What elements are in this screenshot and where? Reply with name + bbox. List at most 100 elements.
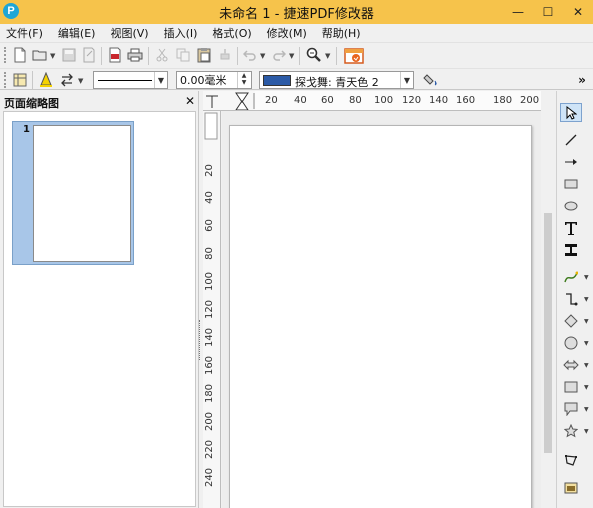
minimize-button[interactable]: — <box>503 0 533 24</box>
area-style-icon[interactable] <box>421 71 441 89</box>
ruler-label: 40 <box>294 95 307 106</box>
toolbar-separator <box>299 47 300 65</box>
horizontal-ruler[interactable]: 20 40 60 80 100 120 140 160 180 200 <box>203 91 541 111</box>
pdf-convert-icon[interactable] <box>343 46 365 66</box>
chevron-down-icon[interactable]: ▼ <box>584 362 589 369</box>
arrow-style-dropdown-icon[interactable]: ▼ <box>78 77 83 85</box>
menu-help[interactable]: 帮助(H) <box>322 25 361 41</box>
redo-dropdown-icon[interactable]: ▼ <box>289 52 294 60</box>
save-icon[interactable] <box>60 46 78 64</box>
ruler-label: 200 <box>520 95 540 106</box>
print-icon[interactable] <box>126 46 144 64</box>
ruler-label: 80 <box>203 247 215 260</box>
chevron-down-icon[interactable]: ▼ <box>584 406 589 413</box>
ruler-label: 40 <box>203 191 215 204</box>
ruler-label: 180 <box>493 95 513 106</box>
zoom-icon[interactable] <box>304 46 324 64</box>
toolbar-grip[interactable] <box>4 72 7 88</box>
export-icon[interactable] <box>80 46 98 64</box>
symbol-shape-icon[interactable] <box>560 333 582 352</box>
arrow-style-icon[interactable] <box>57 71 77 89</box>
toolbar-separator <box>148 47 149 65</box>
callout-icon[interactable] <box>560 399 582 418</box>
window-controls: — ☐ ✕ <box>503 0 593 24</box>
line-color-select[interactable]: 探戈舞: 青天色 2 ▼ <box>259 71 414 89</box>
toolbar-separator <box>237 47 238 65</box>
title-bar: P 未命名 1 - 捷速PDF修改器 — ☐ ✕ <box>0 0 593 24</box>
toolbar-overflow-button[interactable]: » <box>576 71 588 89</box>
ruler-label: 120 <box>204 299 216 320</box>
table-icon[interactable] <box>11 71 29 89</box>
copy-icon[interactable] <box>174 46 192 64</box>
menu-view[interactable]: 视图(V) <box>110 25 148 41</box>
new-document-icon[interactable] <box>11 46 29 64</box>
menu-format[interactable]: 格式(O) <box>212 25 251 41</box>
toolbar-grip[interactable] <box>4 47 7 63</box>
points-icon[interactable] <box>560 450 582 469</box>
curve-icon[interactable] <box>560 267 582 286</box>
line-color-icon[interactable] <box>37 71 55 89</box>
document-page[interactable] <box>229 125 532 508</box>
panel-title: 页面缩略图 <box>4 97 59 110</box>
line-width-stepper[interactable]: ▲ ▼ <box>237 72 250 88</box>
line-style-select[interactable]: ▼ <box>93 71 168 89</box>
page-thumbnail[interactable]: 1 <box>12 121 134 265</box>
select-icon[interactable] <box>560 103 582 122</box>
basic-shape-icon[interactable] <box>560 311 582 330</box>
line-style-preview <box>98 80 152 81</box>
rectangle-icon[interactable] <box>560 174 582 193</box>
document-canvas[interactable] <box>222 111 541 508</box>
ruler-label: 180 <box>204 383 216 404</box>
redo-icon[interactable] <box>270 46 288 64</box>
star-icon[interactable] <box>560 421 582 440</box>
menu-file[interactable]: 文件(F) <box>6 25 43 41</box>
zoom-dropdown-icon[interactable]: ▼ <box>325 52 330 60</box>
toolbar-separator <box>101 47 102 65</box>
ruler-label: 140 <box>429 95 449 106</box>
flowchart-icon[interactable] <box>560 377 582 396</box>
close-icon[interactable]: ✕ <box>185 94 195 108</box>
maximize-button[interactable]: ☐ <box>533 0 563 24</box>
vertical-text-icon[interactable] <box>560 240 582 259</box>
clone-format-icon[interactable] <box>216 46 234 64</box>
block-arrow-icon[interactable] <box>560 355 582 374</box>
menu-insert[interactable]: 插入(I) <box>164 25 198 41</box>
chevron-down-icon[interactable]: ▼ <box>584 318 589 325</box>
chevron-down-icon[interactable]: ▼ <box>584 274 589 281</box>
page-number: 1 <box>23 124 30 135</box>
color-swatch <box>263 75 291 86</box>
cut-icon[interactable] <box>153 46 171 64</box>
vertical-scrollbar[interactable] <box>541 91 555 508</box>
vertical-ruler[interactable]: 20 40 60 80 100 120 140 160 180 200 220 … <box>203 111 221 508</box>
line-icon[interactable] <box>560 130 582 149</box>
paste-icon[interactable] <box>195 46 213 64</box>
chevron-down-icon[interactable]: ▼ <box>584 428 589 435</box>
ruler-ticks <box>206 91 541 110</box>
chevron-down-icon[interactable]: ▼ <box>154 72 167 88</box>
connector-icon[interactable] <box>560 289 582 308</box>
close-window-button[interactable]: ✕ <box>563 0 593 24</box>
window-title: 未命名 1 - 捷速PDF修改器 <box>219 6 374 22</box>
ruler-label: 80 <box>349 95 362 106</box>
chevron-down-icon[interactable]: ▼ <box>400 72 413 88</box>
arrow-line-icon[interactable] <box>560 152 582 171</box>
page-thumbnail-panel: 页面缩略图 ✕ 1 <box>0 91 199 508</box>
toolbar-separator <box>32 71 33 89</box>
chevron-down-icon[interactable]: ▼ <box>584 340 589 347</box>
open-dropdown-icon[interactable]: ▼ <box>50 52 55 60</box>
open-folder-icon[interactable] <box>31 46 49 64</box>
undo-dropdown-icon[interactable]: ▼ <box>260 52 265 60</box>
ruler-label: 100 <box>374 95 394 106</box>
chevron-down-icon[interactable]: ▼ <box>584 384 589 391</box>
app-logo-icon: P <box>3 3 19 19</box>
text-icon[interactable] <box>560 218 582 237</box>
menu-modify[interactable]: 修改(M) <box>267 25 307 41</box>
chevron-down-icon[interactable]: ▼ <box>584 296 589 303</box>
gallery-icon[interactable] <box>560 478 582 497</box>
menu-edit[interactable]: 编辑(E) <box>58 25 96 41</box>
undo-icon[interactable] <box>241 46 259 64</box>
ellipse-icon[interactable] <box>560 196 582 215</box>
export-pdf-icon[interactable] <box>106 46 124 64</box>
scrollbar-thumb[interactable] <box>544 213 552 453</box>
panel-splitter[interactable] <box>199 320 202 360</box>
